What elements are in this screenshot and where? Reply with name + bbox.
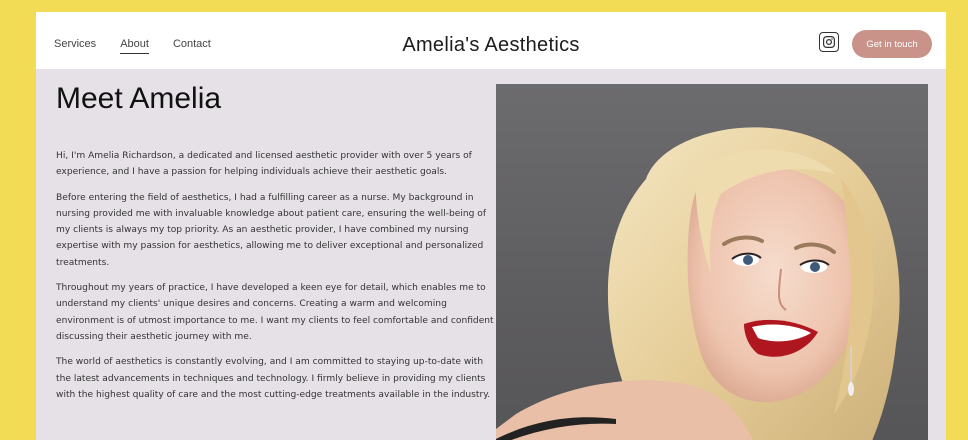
portrait-photo <box>496 84 928 440</box>
bio-paragraph-2: Before entering the field of aesthetics,… <box>56 192 487 268</box>
site-logo[interactable]: Amelia's Aesthetics <box>36 34 946 57</box>
website-frame: Services About Contact Amelia's Aestheti… <box>36 12 946 440</box>
bio-text: Hi, I'm Amelia Richardson, a dedicated a… <box>56 148 494 412</box>
about-section: Meet Amelia Hi, I'm Amelia Richardson, a… <box>36 69 946 440</box>
instagram-icon[interactable] <box>819 32 839 52</box>
site-header: Services About Contact Amelia's Aestheti… <box>36 12 946 69</box>
bio-paragraph-1: Hi, I'm Amelia Richardson, a dedicated a… <box>56 151 472 178</box>
get-in-touch-button[interactable]: Get in touch <box>852 30 932 58</box>
page-title: Meet Amelia <box>56 82 222 115</box>
portrait-illustration <box>496 127 900 440</box>
bio-paragraph-3: Throughout my years of practice, I have … <box>56 283 494 342</box>
bio-paragraph-4: The world of aesthetics is constantly ev… <box>56 357 491 400</box>
